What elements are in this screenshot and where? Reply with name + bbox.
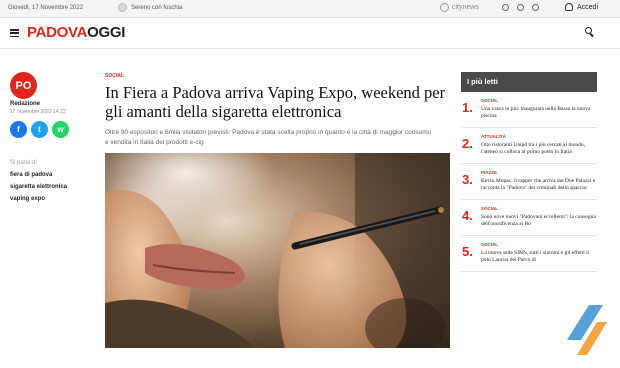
login-button[interactable]: Accedi: [565, 3, 598, 11]
facebook-share-button[interactable]: f: [10, 121, 27, 138]
logo-part-padova: PADOVA: [27, 24, 88, 41]
social-links: [502, 4, 539, 11]
site-logo[interactable]: PADOVAOGGI: [27, 24, 125, 41]
site-header: PADOVAOGGI: [0, 18, 620, 49]
item-category[interactable]: SOCIAL: [481, 98, 498, 103]
item-title[interactable]: Otto ristoranti Unipd tra i più cercati …: [481, 142, 597, 156]
item-title[interactable]: Sono nove nuovi "Padovani eccellenti": l…: [481, 214, 597, 228]
twitter-share-button[interactable]: t: [31, 121, 48, 138]
list-item[interactable]: 5. SOCIAL La nuova sede SIMS, tutti i si…: [461, 236, 597, 272]
item-category[interactable]: SOCIAL: [481, 206, 498, 211]
menu-icon[interactable]: [10, 29, 19, 37]
item-rank: 2.: [462, 136, 473, 151]
item-title[interactable]: Una vasca in più: inaugurata nella Bassa…: [481, 106, 597, 120]
whatsapp-share-button[interactable]: w: [52, 121, 69, 138]
item-category[interactable]: ATTUALITÀ: [481, 134, 506, 139]
most-read-title: I più letti: [461, 72, 597, 92]
author-box: PO Redazione 17 novembre 2022 14:23 f t …: [10, 72, 90, 138]
tags-label: Si parla di: [10, 160, 37, 166]
item-title[interactable]: La nuova sede SIMS, tutti i sintomi e gl…: [481, 250, 597, 264]
login-label: Accedi: [577, 3, 599, 11]
weather-icon: [118, 3, 127, 12]
article-headline: In Fiera a Padova arriva Vaping Expo, we…: [105, 83, 446, 121]
list-item[interactable]: 2. ATTUALITÀ Otto ristoranti Unipd tra i…: [461, 128, 597, 164]
article-photo: [105, 153, 450, 348]
search-icon[interactable]: [585, 27, 595, 37]
tag-link[interactable]: sigaretta elettronica: [10, 181, 67, 193]
item-category[interactable]: SOCIAL: [481, 242, 498, 247]
publish-time: 17 novembre 2022 14:23: [10, 109, 66, 115]
article-lead: Oltre 90 espositori e 6mila visitatori p…: [105, 129, 432, 146]
top-bar: Giovedì, 17 Novembre 2022 Sereno con fos…: [0, 0, 620, 18]
share-buttons: f t w: [10, 121, 90, 138]
list-item[interactable]: 3. PIAZZE Kevin Mopac, il rapper che arr…: [461, 164, 597, 200]
item-title[interactable]: Kevin Mopac, il rapper che arriva dai Du…: [481, 178, 597, 192]
item-rank: 5.: [462, 244, 473, 259]
watermark-logo: [567, 305, 607, 355]
item-category[interactable]: PIAZZE: [481, 170, 497, 175]
item-rank: 3.: [462, 172, 473, 187]
citynews-label: citynews: [452, 4, 479, 11]
most-read-sidebar: I più letti 1. SOCIAL Una vasca in più: …: [461, 72, 597, 272]
instagram-icon[interactable]: [532, 4, 539, 11]
logo-part-oggi: OGGI: [87, 24, 126, 41]
list-item[interactable]: 4. SOCIAL Sono nove nuovi "Padovani ecce…: [461, 200, 597, 236]
twitter-icon[interactable]: [517, 4, 524, 11]
author-name[interactable]: Redazione: [10, 101, 90, 107]
item-rank: 4.: [462, 208, 473, 223]
item-rank: 1.: [462, 100, 473, 115]
weather-widget[interactable]: Sereno con foschia: [118, 3, 182, 12]
citynews-icon: [440, 3, 449, 12]
citynews-brand[interactable]: citynews: [440, 3, 479, 12]
tag-link[interactable]: fiera di padova: [10, 169, 67, 181]
facebook-icon[interactable]: [502, 4, 509, 11]
user-icon: [565, 3, 573, 11]
list-item[interactable]: 1. SOCIAL Una vasca in più: inaugurata n…: [461, 92, 597, 128]
weather-text: Sereno con foschia: [131, 4, 183, 11]
author-avatar[interactable]: PO: [10, 72, 37, 99]
current-date: Giovedì, 17 Novembre 2022: [8, 5, 84, 11]
vaping-photo-illustration: [105, 153, 450, 348]
article-tags: Si parla di fiera di padova sigaretta el…: [10, 157, 67, 205]
article-category[interactable]: SOCIAL: [105, 73, 124, 79]
tag-link[interactable]: vaping expo: [10, 193, 67, 205]
